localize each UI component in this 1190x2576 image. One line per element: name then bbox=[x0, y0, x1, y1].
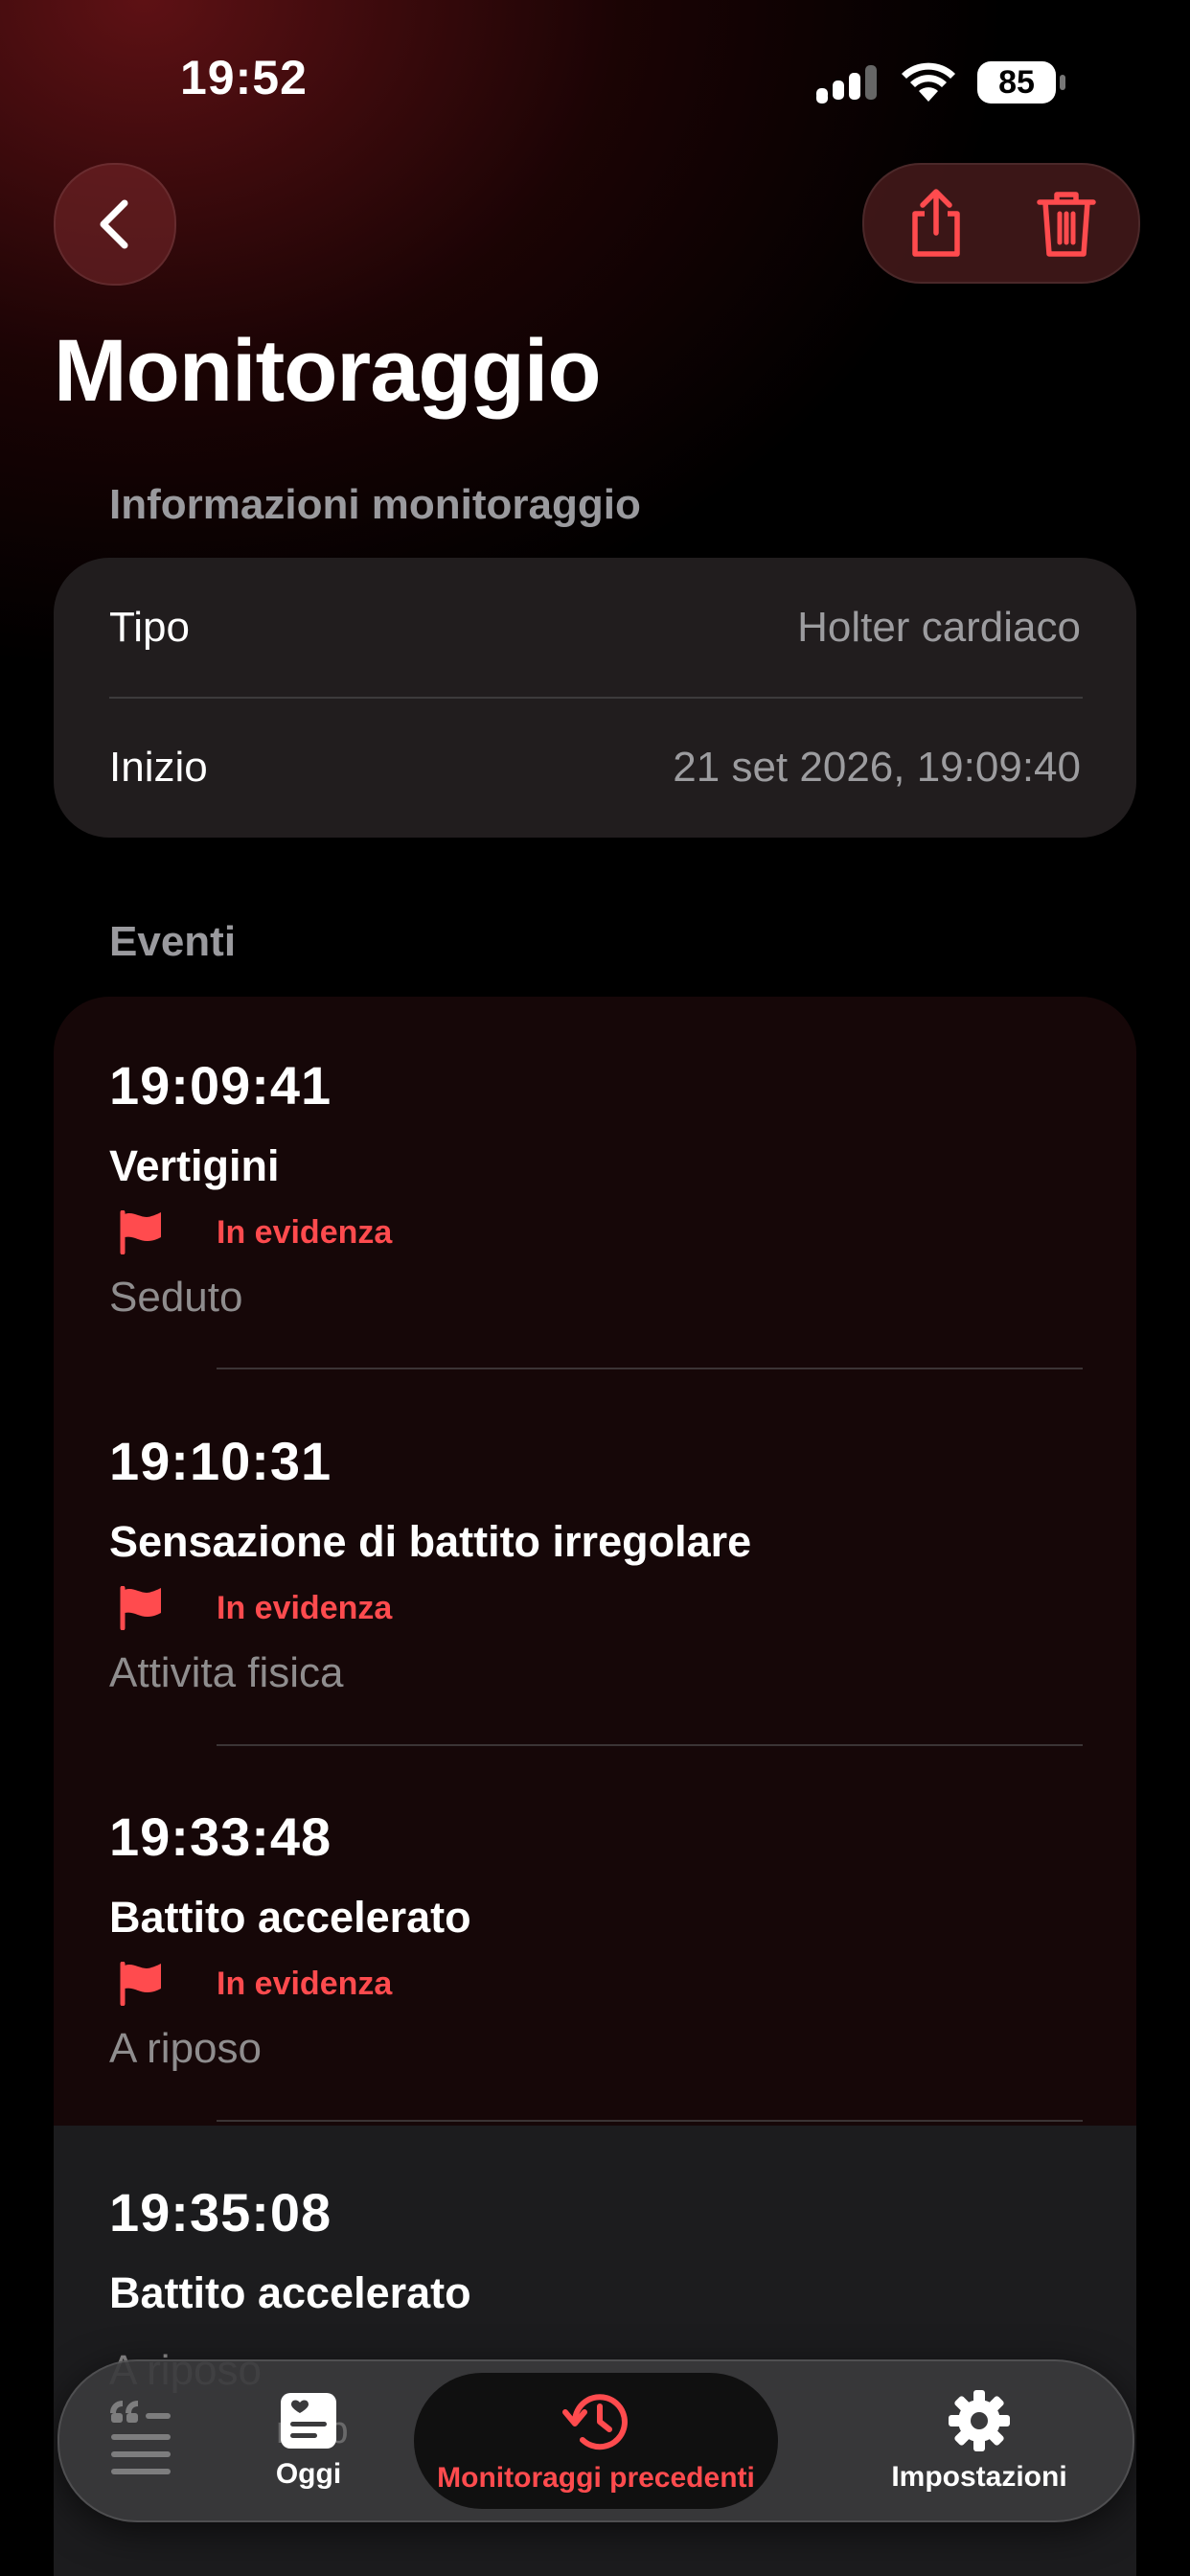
battery-indicator: 85 bbox=[977, 61, 1065, 104]
header-actions bbox=[862, 163, 1140, 284]
tab-bar: msb Oggi Monitoraggi precedenti bbox=[57, 2359, 1134, 2522]
event-position: Seduto bbox=[109, 1274, 243, 1321]
flag-icon bbox=[120, 1210, 161, 1254]
share-icon bbox=[912, 189, 960, 257]
event-item[interactable]: 19:10:31 Sensazione di battito irregolar… bbox=[109, 1430, 1087, 1697]
event-title: Sensazione di battito irregolare bbox=[109, 1517, 752, 1566]
tab-impostazioni[interactable]: Impostazioni bbox=[845, 2361, 1113, 2520]
divider bbox=[217, 2120, 1083, 2122]
back-button[interactable] bbox=[54, 163, 176, 286]
events-list: 19:09:41 Vertigini In evidenza Seduto 19… bbox=[54, 997, 1136, 2576]
event-flag: In evidenza bbox=[109, 1960, 1087, 2008]
heart-note-icon bbox=[281, 2393, 336, 2449]
chevron-left-icon bbox=[100, 199, 128, 249]
flag-icon bbox=[120, 1962, 161, 2006]
delete-button[interactable] bbox=[1023, 180, 1110, 266]
info-row-value: 21 set 2026, 19:09:40 bbox=[673, 744, 1081, 791]
divider bbox=[217, 1744, 1083, 1746]
tab-monitoraggi-precedenti[interactable]: Monitoraggi precedenti bbox=[423, 2361, 768, 2520]
wifi-icon bbox=[902, 62, 955, 102]
event-flag-label: In evidenza bbox=[217, 1213, 393, 1251]
tab-oggi[interactable]: Oggi bbox=[194, 2361, 423, 2520]
event-item[interactable]: 19:09:41 Vertigini In evidenza Seduto bbox=[109, 1054, 1087, 1322]
status-time: 19:52 bbox=[180, 51, 308, 104]
info-row-value: Holter cardiaco bbox=[797, 604, 1081, 651]
info-row-label: Tipo bbox=[109, 604, 190, 651]
info-section-title: Informazioni monitoraggio bbox=[109, 481, 641, 528]
event-title: Battito accelerato bbox=[109, 2268, 471, 2317]
divider bbox=[217, 1368, 1083, 1369]
tab-label: Monitoraggi precedenti bbox=[437, 2462, 755, 2494]
event-time: 19:35:08 bbox=[109, 2182, 332, 2242]
tab-label: Impostazioni bbox=[891, 2461, 1067, 2493]
gear-icon bbox=[949, 2390, 1010, 2451]
event-time: 19:09:41 bbox=[109, 1055, 332, 1116]
tab-label: Oggi bbox=[275, 2458, 342, 2490]
event-time: 19:33:48 bbox=[109, 1806, 332, 1867]
event-title: Vertigini bbox=[109, 1141, 280, 1190]
info-row-label: Inizio bbox=[109, 744, 208, 791]
event-flag: In evidenza bbox=[109, 1208, 1087, 1256]
event-time: 19:10:31 bbox=[109, 1431, 332, 1491]
events-section-title: Eventi bbox=[109, 918, 237, 965]
event-title: Battito accelerato bbox=[109, 1893, 471, 1942]
info-row-type: Tipo Holter cardiaco bbox=[109, 558, 1081, 698]
event-position: Attivita fisica bbox=[109, 1649, 344, 1696]
quote-list-icon bbox=[110, 2401, 171, 2474]
event-flag-label: In evidenza bbox=[217, 1589, 393, 1626]
flag-icon bbox=[120, 1586, 161, 1630]
history-icon bbox=[562, 2394, 628, 2450]
info-card: Tipo Holter cardiaco Inizio 21 set 2026,… bbox=[54, 558, 1136, 838]
event-flag: In evidenza bbox=[109, 1584, 1087, 1632]
event-flag-label: In evidenza bbox=[217, 1965, 393, 2002]
event-position: A riposo bbox=[109, 2025, 262, 2072]
event-item[interactable]: 19:33:48 Battito accelerato In evidenza … bbox=[109, 1806, 1087, 2073]
share-button[interactable] bbox=[893, 180, 979, 266]
trash-icon bbox=[1037, 192, 1096, 257]
info-row-start: Inizio 21 set 2026, 19:09:40 bbox=[109, 698, 1081, 838]
page-title: Monitoraggio bbox=[54, 322, 602, 420]
cellular-signal-icon bbox=[816, 65, 877, 104]
battery-level: 85 bbox=[977, 61, 1056, 104]
battery-cap bbox=[1060, 75, 1065, 90]
